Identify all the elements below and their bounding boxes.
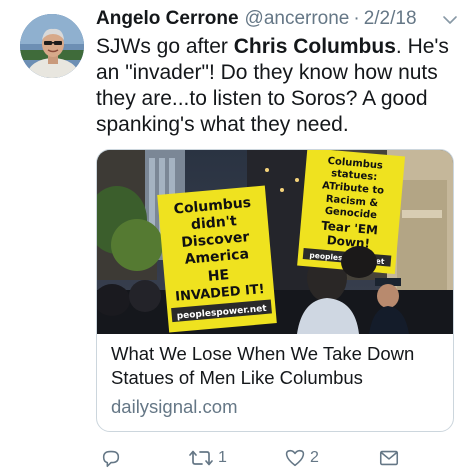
reply-button[interactable] [100,444,122,472]
card-title[interactable]: What We Lose When We Take Down Statues o… [111,342,441,390]
author-handle[interactable]: @ancerrone [245,8,350,30]
left-sign: Columbus didn't Discover America HE INVA… [157,185,277,333]
like-button[interactable]: 2 [284,444,319,472]
left-sign-line5: HE [207,267,230,285]
tweet-text-part1: SJWs go after [96,35,234,58]
chevron-down-icon[interactable] [442,12,458,28]
retweet-count: 1 [218,449,227,466]
card-domain[interactable]: dailysignal.com [111,396,237,418]
envelope-icon [378,447,400,469]
author-name[interactable]: Angelo Cerrone [96,8,239,30]
tweet-text-bold: Chris Columbus [233,35,396,58]
card-image: Columbus didn't Discover America HE INVA… [97,150,453,334]
reply-icon [100,447,122,469]
heart-icon [284,447,306,469]
dm-button[interactable] [378,444,400,472]
tweet-date[interactable]: 2/2/18 [364,8,417,30]
link-card[interactable]: Columbus didn't Discover America HE INVA… [96,149,454,432]
tweet-header: Angelo Cerrone @ancerrone · 2/2/18 [96,8,462,34]
action-bar: 1 2 [96,444,462,472]
tweet-text: SJWs go after Chris Columbus. He's an "i… [96,34,460,138]
retweet-icon [188,447,214,469]
like-count: 2 [310,449,319,466]
avatar[interactable] [20,14,84,78]
retweet-button[interactable]: 1 [188,444,227,472]
separator: · [353,8,360,29]
